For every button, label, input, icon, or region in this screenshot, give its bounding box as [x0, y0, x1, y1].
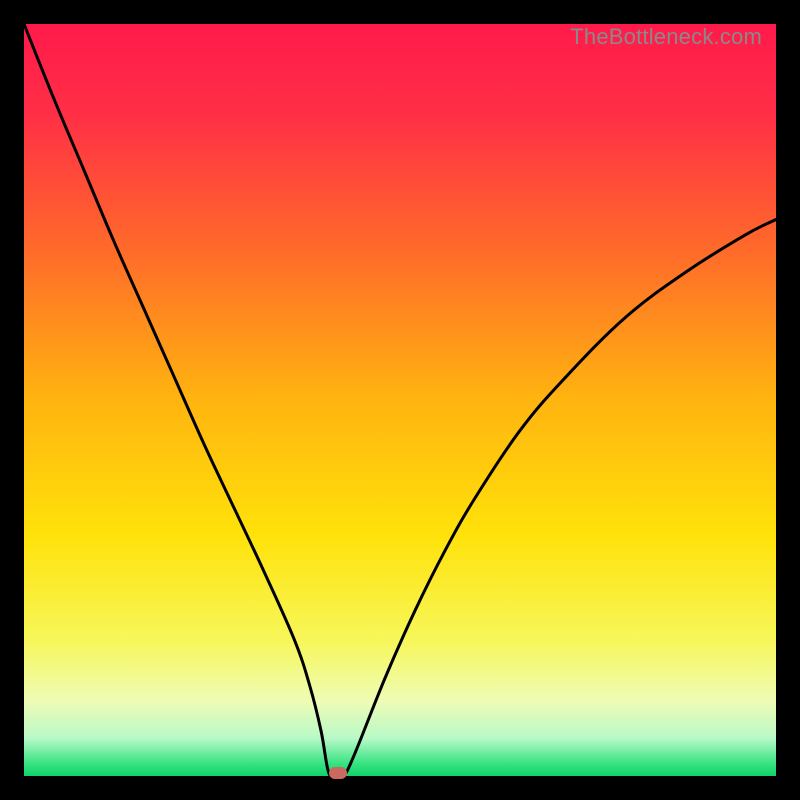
- watermark-text: TheBottleneck.com: [570, 24, 762, 50]
- optimal-point-marker: [329, 767, 347, 779]
- gradient-background: [24, 24, 776, 776]
- bottleneck-chart: [24, 24, 776, 776]
- chart-frame: TheBottleneck.com: [24, 24, 776, 776]
